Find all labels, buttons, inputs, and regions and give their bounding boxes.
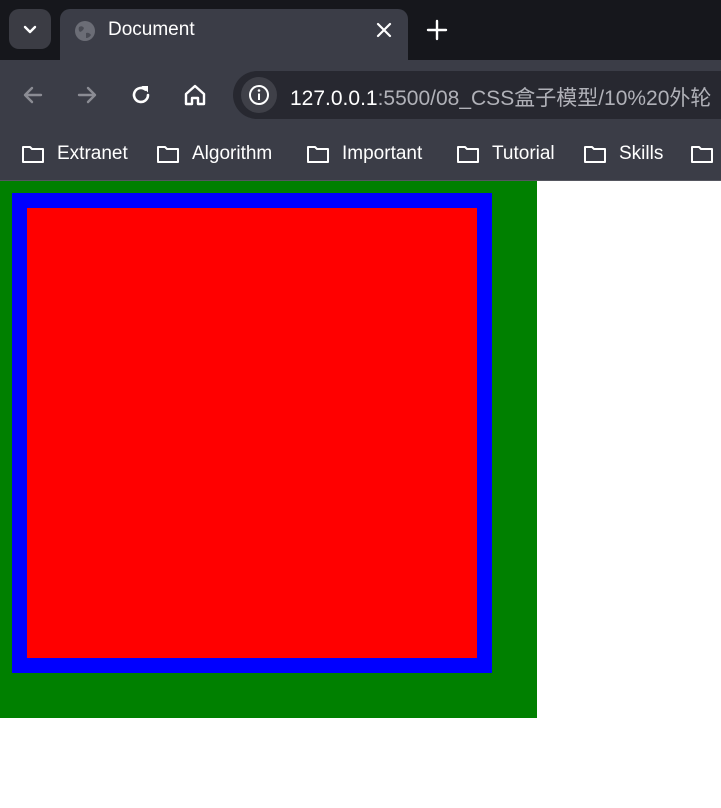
site-info-button[interactable] (241, 77, 277, 113)
folder-icon (584, 146, 606, 163)
bookmark-label: Tutorial (492, 143, 555, 164)
navigation-toolbar: 127.0.0.1:5500/08_CSS盒子模型/10%20外轮 (0, 60, 721, 130)
url-path: :5500/08_CSS盒子模型/10%20外轮 (377, 87, 712, 110)
bookmark-label: Extranet (57, 143, 128, 164)
folder-icon (307, 146, 329, 163)
active-tab[interactable]: Document (60, 9, 408, 60)
folder-icon (691, 146, 713, 163)
inner-box (27, 208, 477, 658)
reload-icon[interactable] (127, 81, 155, 109)
folder-icon (457, 146, 479, 163)
tab-search-button[interactable] (9, 9, 51, 49)
url-host: 127.0.0.1 (290, 87, 378, 110)
close-icon[interactable] (374, 20, 394, 40)
tab-title: Document (108, 19, 195, 40)
home-icon[interactable] (181, 81, 209, 109)
page-viewport (0, 181, 721, 808)
bookmark-label: Skills (619, 143, 664, 164)
address-bar[interactable]: 127.0.0.1:5500/08_CSS盒子模型/10%20外轮 (233, 71, 721, 119)
bookmark-algorithm[interactable]: Algorithm (156, 139, 272, 169)
info-icon (249, 85, 269, 105)
folder-icon (22, 146, 44, 163)
folder-icon (157, 146, 179, 163)
bookmarks-bar: Extranet Algorithm Important Tutorial Sk… (0, 130, 721, 181)
bookmark-overflow-folder[interactable] (690, 139, 721, 169)
bookmark-tutorial[interactable]: Tutorial (456, 139, 555, 169)
plus-icon[interactable] (424, 17, 450, 43)
globe-icon (75, 21, 95, 41)
back-arrow-icon[interactable] (19, 81, 47, 109)
outline-box (12, 193, 492, 673)
tab-strip: Document (0, 0, 721, 60)
forward-arrow-icon[interactable] (73, 81, 101, 109)
bookmark-extranet[interactable]: Extranet (21, 139, 128, 169)
chevron-down-icon (23, 25, 37, 34)
outer-box (0, 181, 537, 718)
bookmark-label: Important (342, 143, 423, 164)
url-text: 127.0.0.1:5500/08_CSS盒子模型/10%20外轮 (290, 82, 711, 112)
bookmark-label: Algorithm (192, 143, 273, 164)
bookmark-skills[interactable]: Skills (583, 139, 663, 169)
bookmark-important[interactable]: Important (306, 139, 422, 169)
